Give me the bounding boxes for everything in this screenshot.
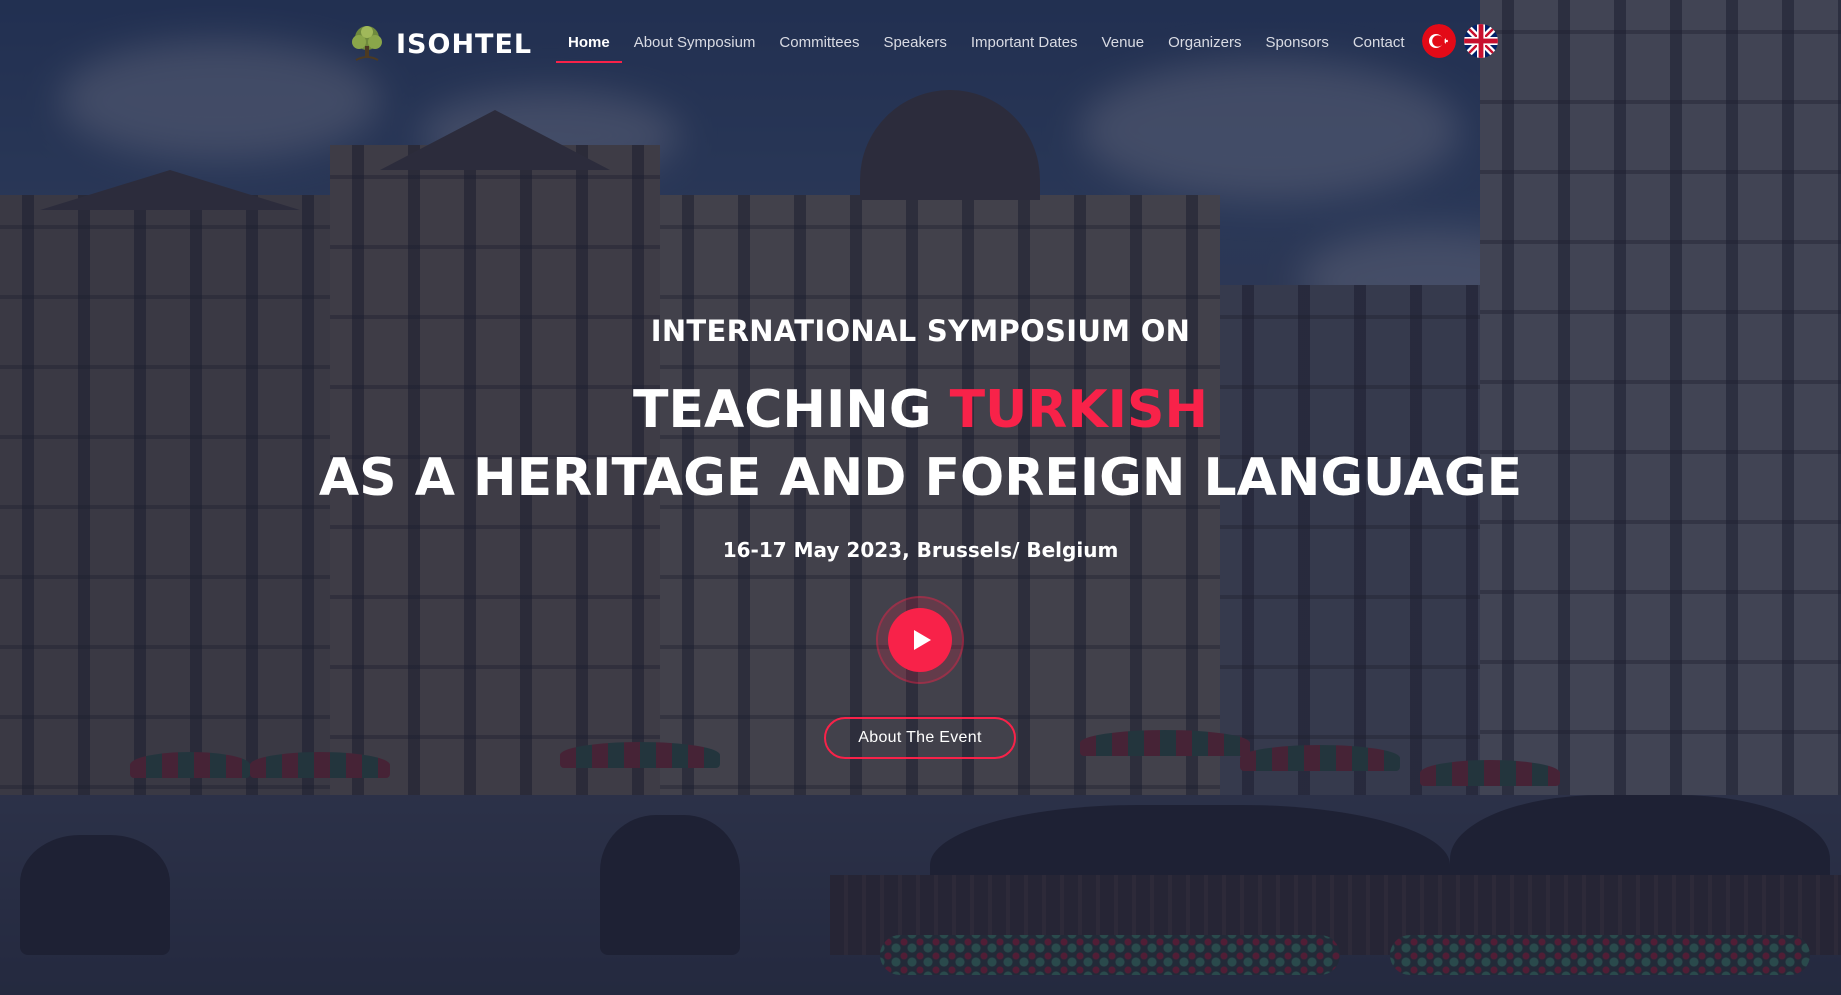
event-date-location: 16-17 May 2023, Brussels/ Belgium: [722, 538, 1119, 562]
nav-home[interactable]: Home: [556, 28, 622, 63]
brand-name: ISOHTEL: [396, 28, 533, 60]
nav-venue[interactable]: Venue: [1090, 28, 1157, 57]
about-event-button[interactable]: About The Event: [824, 717, 1016, 759]
nav-important-dates[interactable]: Important Dates: [959, 28, 1090, 57]
nav-contact[interactable]: Contact: [1341, 28, 1417, 57]
tree-logo-icon: [352, 26, 382, 61]
nav-speakers[interactable]: Speakers: [871, 28, 958, 57]
play-button-circle: [888, 608, 952, 672]
play-video-button[interactable]: [876, 596, 964, 684]
hero-title-prefix: TEACHING: [633, 380, 932, 440]
site-logo[interactable]: ISOHTEL: [348, 22, 532, 66]
nav-organizers[interactable]: Organizers: [1156, 28, 1253, 57]
hero-title-line-2: AS A HERITAGE AND FOREIGN LANGUAGE: [318, 448, 1523, 508]
nav-committees[interactable]: Committees: [767, 28, 871, 57]
hero-title-accent: TURKISH: [949, 380, 1208, 440]
uk-flag-icon[interactable]: [1464, 24, 1498, 58]
nav-about-symposium[interactable]: About Symposium: [622, 28, 768, 57]
nav-sponsors[interactable]: Sponsors: [1253, 28, 1340, 57]
hero-eyebrow: INTERNATIONAL SYMPOSIUM ON: [650, 314, 1191, 348]
site-header: ISOHTEL Home About Symposium Committees …: [0, 0, 1841, 88]
play-icon: [914, 630, 931, 650]
main-nav: Home About Symposium Committees Speakers…: [556, 28, 1417, 63]
language-switcher: [1422, 24, 1498, 58]
turkey-flag-icon[interactable]: [1422, 24, 1456, 58]
hero-title-line-1: TEACHING TURKISH: [0, 376, 1841, 444]
